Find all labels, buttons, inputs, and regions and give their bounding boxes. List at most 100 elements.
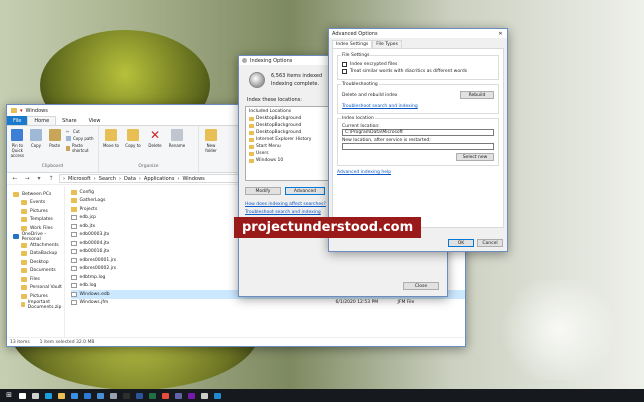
nav-item[interactable]: Pictures	[7, 207, 64, 216]
close-icon[interactable]: ✕	[494, 31, 507, 37]
file-icon	[70, 240, 77, 246]
maps-icon[interactable]	[160, 392, 170, 400]
tab-file[interactable]: File	[7, 116, 28, 125]
nav-item[interactable]: Important Documents.zip	[7, 300, 64, 310]
tab-home[interactable]: Home	[27, 116, 57, 125]
tab-view[interactable]: View	[83, 116, 107, 125]
breadcrumb-microsoft[interactable]: Microsoft	[68, 176, 91, 182]
close-button[interactable]: Close	[403, 282, 439, 290]
advanced-button[interactable]: Advanced	[285, 187, 325, 195]
new-folder-button[interactable]: New folder	[202, 129, 220, 172]
nav-item[interactable]: Events	[7, 199, 64, 208]
location-label: Internet Explorer History	[256, 137, 312, 142]
location-label: DesktopBackground	[256, 116, 302, 121]
tab-file-types[interactable]: File Types	[372, 40, 402, 48]
file-name: edb.jcp	[79, 215, 97, 221]
folder-icon	[13, 191, 19, 197]
edge-icon[interactable]	[43, 392, 53, 400]
mail-icon[interactable]	[82, 392, 92, 400]
nav-item[interactable]: Documents	[7, 267, 64, 276]
troubleshooting-group: Troubleshooting Delete and rebuild index…	[337, 82, 499, 114]
copy-to-button[interactable]: Copy to	[124, 129, 142, 164]
nav-item-label: DataBackup	[30, 251, 58, 257]
pin-quick-access-button[interactable]: Pin to Quick access	[10, 129, 25, 164]
index-encrypted-checkbox[interactable]: Index encrypted files	[342, 61, 494, 68]
select-new-button[interactable]: Select new	[456, 153, 494, 161]
vscode-glyph	[213, 392, 221, 399]
file-explorer-icon[interactable]	[56, 392, 66, 400]
advanced-titlebar: Advanced Options ✕	[329, 29, 507, 38]
tab-index-settings[interactable]: Index Settings	[332, 40, 373, 48]
terminal-icon[interactable]	[121, 392, 131, 400]
nav-item[interactable]: Templates	[7, 216, 64, 225]
onenote-glyph	[187, 392, 195, 399]
cancel-button[interactable]: Cancel	[477, 239, 503, 247]
index-settings-panel: File Settings Index encrypted files Trea…	[332, 48, 504, 228]
photos-icon[interactable]	[95, 392, 105, 400]
copy-path-button[interactable]: Copy path	[65, 136, 95, 141]
file-icon	[70, 232, 77, 238]
recent-locations-icon[interactable]: ▾	[35, 175, 43, 182]
excel-icon[interactable]	[147, 392, 157, 400]
nav-item-label: Between PCs	[22, 191, 52, 197]
paste-button[interactable]: Paste	[47, 129, 62, 164]
nav-item[interactable]: Between PCs	[7, 190, 64, 199]
nav-item[interactable]: Files	[7, 275, 64, 284]
breadcrumb-windows[interactable]: Windows	[182, 176, 204, 182]
new-group: New folder	[199, 126, 239, 172]
folder-icon	[21, 268, 27, 274]
search-icon[interactable]	[17, 392, 27, 400]
nav-item-label: Personal Vault	[30, 285, 62, 291]
rebuild-button[interactable]: Rebuild	[460, 91, 494, 99]
file-icon	[70, 257, 77, 263]
advanced-indexing-help-link[interactable]: Advanced indexing help	[337, 170, 499, 175]
organize-group: Move to Copy to ✕ Delete Rename Organize	[99, 126, 199, 172]
nav-item[interactable]: OneDrive - Personal	[7, 232, 64, 242]
task-view-icon[interactable]	[30, 392, 40, 400]
teams-icon[interactable]	[173, 392, 183, 400]
vscode-icon[interactable]	[212, 392, 222, 400]
store-icon[interactable]	[69, 392, 79, 400]
edge-glyph	[44, 392, 52, 399]
move-to-button[interactable]: Move to	[102, 129, 120, 164]
cloud-icon	[13, 234, 19, 240]
delete-button[interactable]: ✕ Delete	[146, 129, 164, 164]
file-row[interactable]: Windows.jfm 6/1/2020 12:53 PM JFM File 16 K…	[70, 299, 465, 308]
windows-logo-icon: ⊞	[6, 391, 12, 399]
file-type: JFM File	[397, 300, 415, 306]
nav-item-label: Files	[30, 276, 40, 282]
modify-button[interactable]: Modify	[245, 187, 281, 195]
onenote-icon[interactable]	[186, 392, 196, 400]
forward-icon[interactable]: →	[23, 175, 31, 182]
file-size: 1,024 KB	[450, 283, 465, 288]
nav-item[interactable]: DataBackup	[7, 250, 64, 259]
nav-item[interactable]: Desktop	[7, 258, 64, 267]
rename-icon	[171, 129, 183, 141]
rename-button[interactable]: Rename	[168, 129, 186, 164]
cut-button[interactable]: ✂ Cut	[66, 129, 95, 134]
nav-item-label: Events	[30, 200, 46, 206]
breadcrumb-applications[interactable]: Applications	[144, 176, 175, 182]
start-icon[interactable]: ⊞	[4, 392, 14, 400]
checkbox-icon	[342, 69, 347, 74]
nav-item[interactable]: Personal Vault	[7, 284, 64, 293]
copy-button[interactable]: Copy	[29, 129, 44, 164]
tab-share[interactable]: Share	[56, 116, 82, 125]
organize-group-label: Organize	[138, 164, 159, 169]
breadcrumb-search[interactable]: Search	[99, 176, 116, 182]
quick-access-toolbar[interactable]: ▾	[20, 108, 23, 114]
indexing-icon[interactable]	[199, 392, 209, 400]
settings-icon[interactable]	[108, 392, 118, 400]
folder-icon	[21, 242, 27, 248]
nav-item[interactable]: Attachments	[7, 241, 64, 250]
cut-icon: ✂	[65, 129, 70, 134]
back-icon[interactable]: ←	[11, 175, 19, 182]
word-icon[interactable]	[134, 392, 144, 400]
ok-button[interactable]: OK	[448, 239, 474, 247]
up-icon[interactable]: ↑	[47, 175, 55, 182]
breadcrumb-data[interactable]: Data	[124, 176, 136, 182]
file-name: edbtmp.log	[79, 274, 106, 280]
paste-shortcut-button[interactable]: Paste shortcut	[65, 143, 95, 153]
troubleshoot-search-link[interactable]: Troubleshoot search and indexing	[342, 104, 494, 109]
diacritics-checkbox[interactable]: Treat similar words with diacritics as d…	[342, 68, 494, 75]
